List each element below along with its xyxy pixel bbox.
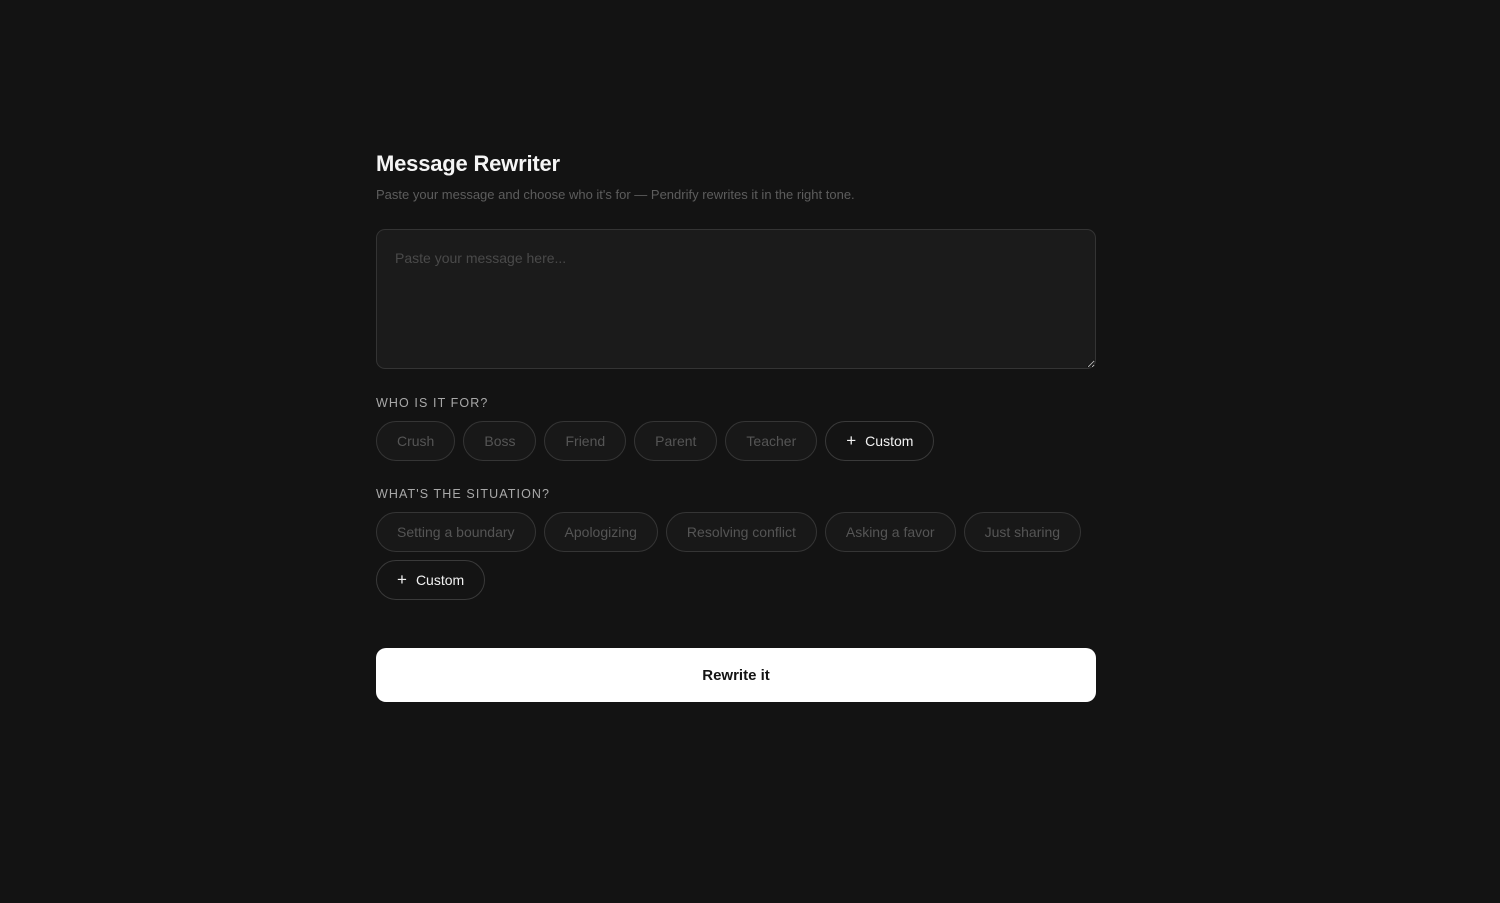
page-title: Message Rewriter	[376, 151, 560, 176]
recipient-chip-crush[interactable]: Crush	[376, 421, 456, 461]
situation-chip-boundary[interactable]: Setting a boundary	[376, 512, 536, 552]
plus-icon: +	[846, 430, 857, 450]
message-input[interactable]	[376, 229, 1096, 369]
recipient-chip-friend[interactable]: Friend	[544, 421, 627, 461]
recipient-chip-parent[interactable]: Parent	[634, 421, 718, 461]
recipient-custom-button[interactable]: + Custom	[825, 421, 935, 461]
situation-chip-sharing[interactable]: Just sharing	[963, 512, 1082, 552]
situation-chip-favor[interactable]: Asking a favor	[824, 512, 956, 552]
recipient-custom-label: Custom	[865, 433, 914, 449]
situation-chip-conflict[interactable]: Resolving conflict	[665, 512, 817, 552]
situation-chip-apologizing[interactable]: Apologizing	[543, 512, 658, 552]
page-subtitle: Paste your message and choose who it's f…	[376, 187, 855, 202]
recipient-options: Crush Boss Friend Parent Teacher + Custo…	[376, 421, 1096, 461]
rewriter-panel: Message Rewriter Paste your message and …	[376, 150, 1096, 702]
situation-custom-label: Custom	[415, 572, 465, 588]
rewrite-button[interactable]: Rewrite it	[376, 648, 1096, 702]
plus-icon: +	[397, 569, 407, 589]
recipient-label: WHO IS IT FOR?	[376, 396, 489, 410]
recipient-chip-boss[interactable]: Boss	[463, 421, 537, 461]
situation-custom-button[interactable]: + Custom	[376, 560, 486, 600]
recipient-chip-teacher[interactable]: Teacher	[725, 421, 818, 461]
situation-options: Setting a boundary Apologizing Resolving…	[376, 512, 1096, 600]
situation-label: WHAT'S THE SITUATION?	[376, 487, 551, 501]
